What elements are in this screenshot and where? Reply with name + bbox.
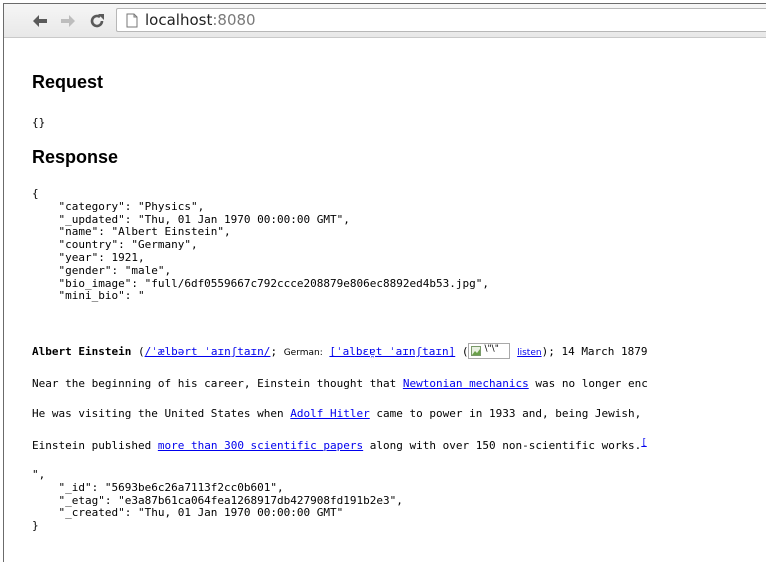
bio-paragraph-2: Near the beginning of his career, Einste…	[32, 377, 648, 390]
bio-text: ); 14 March 1879	[541, 345, 648, 358]
request-body: {}	[32, 116, 46, 129]
back-arrow-icon	[33, 15, 47, 27]
bio-text: was no longer enc	[528, 377, 648, 390]
response-heading: Response	[32, 147, 119, 167]
bio-text: Einstein published	[32, 439, 158, 452]
bio-text: (	[131, 345, 145, 358]
broken-image-icon[interactable]: \"\"	[468, 343, 511, 359]
browser-toolbar: localhost:8080	[4, 4, 766, 38]
ipa-german-link[interactable]: [ˈalbɛɐ̯t ˈaɪnʃtaɪn]	[329, 345, 455, 358]
bio-text: came to power in 1933 and, being Jewish,	[369, 407, 642, 420]
image-alt-text: \"\"	[484, 344, 499, 354]
address-bar[interactable]: localhost:8080	[116, 8, 766, 32]
bio-paragraph-3: He was visiting the United States when A…	[32, 407, 641, 420]
reload-icon	[90, 14, 104, 28]
back-button[interactable]	[30, 11, 50, 31]
ipa-english-link[interactable]: /ˈælbərt ˈaɪnʃtaɪn/	[145, 345, 271, 358]
url-port: :8080	[212, 11, 256, 29]
listen-link[interactable]: listen	[517, 348, 541, 358]
url-host: localhost	[145, 11, 213, 29]
bio-paragraph-1: Albert Einstein (/ˈælbərt ˈaɪnʃtaɪn/; Ge…	[32, 343, 648, 359]
request-heading: Request	[32, 72, 104, 92]
citation-link[interactable]: [	[641, 438, 646, 448]
bio-text: ;	[270, 345, 284, 358]
page-icon	[126, 13, 138, 28]
adolf-hitler-link[interactable]: Adolf Hitler	[290, 407, 369, 420]
forward-button[interactable]	[58, 11, 78, 31]
bio-text: (	[455, 345, 469, 358]
page-content: Request {} Response { "category": "Physi…	[32, 37, 766, 562]
german-label: German:	[283, 348, 323, 358]
bio-text: along with over 150 non-scientific works…	[363, 439, 642, 452]
bio-name: Albert Einstein	[32, 345, 132, 358]
forward-arrow-icon	[61, 15, 75, 27]
reload-button[interactable]	[87, 11, 107, 31]
bio-text: He was visiting the United States when	[32, 407, 291, 420]
url-text: localhost:8080	[145, 11, 256, 29]
image-placeholder-icon	[471, 346, 482, 356]
response-json-tail: ", "_id": "5693be6c26a7113f2cc0b601", "_…	[32, 468, 403, 533]
response-json-head: { "category": "Physics", "_updated": "Th…	[32, 187, 489, 303]
bio-paragraph-4: Einstein published more than 300 scienti…	[32, 438, 647, 452]
scientific-papers-link[interactable]: more than 300 scientific papers	[158, 439, 363, 452]
bio-text: Near the beginning of his career, Einste…	[32, 377, 403, 390]
newtonian-mechanics-link[interactable]: Newtonian mechanics	[403, 377, 529, 390]
browser-window: localhost:8080 Request {} Response { "ca…	[3, 3, 766, 562]
